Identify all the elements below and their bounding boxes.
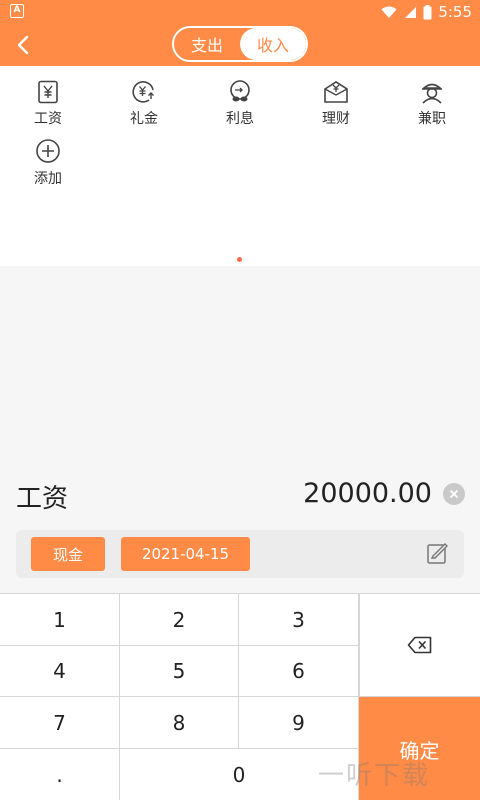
- app-bar: 支出 收入: [0, 24, 480, 66]
- key-9[interactable]: 9: [239, 697, 359, 749]
- interest-icon: [225, 80, 255, 104]
- status-icons: 5:55: [381, 3, 472, 21]
- salary-icon: [33, 80, 63, 104]
- category-label: 理财: [322, 111, 350, 127]
- category-label: 兼职: [418, 111, 446, 127]
- finance-icon: [321, 80, 351, 104]
- wifi-icon: [381, 6, 397, 18]
- selected-category: 工资: [16, 484, 69, 514]
- part-time-icon: [417, 80, 447, 104]
- app-notification-icon: A: [10, 4, 24, 18]
- category-item-interest[interactable]: 利息: [192, 66, 288, 127]
- confirm-button[interactable]: 确定: [359, 697, 480, 800]
- add-icon: [33, 138, 63, 164]
- tab-expense[interactable]: 支出: [174, 28, 240, 60]
- key-6[interactable]: 6: [239, 646, 359, 697]
- key-5[interactable]: 5: [120, 646, 239, 697]
- key-0[interactable]: 0: [120, 749, 359, 800]
- close-icon: [449, 489, 459, 499]
- key-3[interactable]: 3: [239, 594, 359, 646]
- key-4[interactable]: 4: [0, 646, 120, 697]
- clock: 5:55: [438, 3, 472, 21]
- number-keypad: 1 2 3 4 5 6 7 8 9 . 0 确定: [0, 593, 480, 800]
- page-indicator-dot: [237, 257, 242, 262]
- options-bar: 现金 2021-04-15: [16, 530, 464, 578]
- key-dot[interactable]: .: [0, 749, 120, 800]
- edit-note-icon: [427, 543, 448, 564]
- category-item-add[interactable]: 添加: [0, 124, 96, 187]
- gift-money-icon: [129, 80, 159, 104]
- category-item-part-time[interactable]: 兼职: [384, 66, 480, 127]
- category-label: 利息: [226, 111, 254, 127]
- clear-amount-button[interactable]: [443, 483, 465, 505]
- key-1[interactable]: 1: [0, 594, 120, 646]
- category-item-salary[interactable]: 工资: [0, 66, 96, 127]
- back-button[interactable]: [10, 32, 36, 58]
- type-switch: 支出 收入: [172, 26, 308, 62]
- amount-display: 20000.00: [303, 478, 432, 509]
- key-2[interactable]: 2: [120, 594, 239, 646]
- category-panel: 工资 礼金 利息 理财 兼职 添加: [0, 66, 480, 266]
- account-selector[interactable]: 现金: [31, 537, 105, 571]
- category-item-finance[interactable]: 理财: [288, 66, 384, 127]
- category-item-gift-money[interactable]: 礼金: [96, 66, 192, 127]
- date-selector[interactable]: 2021-04-15: [121, 537, 250, 571]
- status-bar: A 5:55: [0, 0, 480, 24]
- key-8[interactable]: 8: [120, 697, 239, 749]
- category-label: 添加: [34, 171, 62, 187]
- tab-income[interactable]: 收入: [240, 28, 306, 60]
- chevron-left-icon: [17, 35, 29, 55]
- entry-row: 工资 20000.00: [0, 470, 480, 520]
- battery-icon: [423, 4, 432, 19]
- category-label: 礼金: [130, 111, 158, 127]
- key-7[interactable]: 7: [0, 697, 120, 749]
- note-button[interactable]: [426, 542, 450, 566]
- backspace-button[interactable]: [359, 594, 480, 697]
- backspace-icon: [407, 636, 432, 654]
- signal-icon: [405, 6, 417, 18]
